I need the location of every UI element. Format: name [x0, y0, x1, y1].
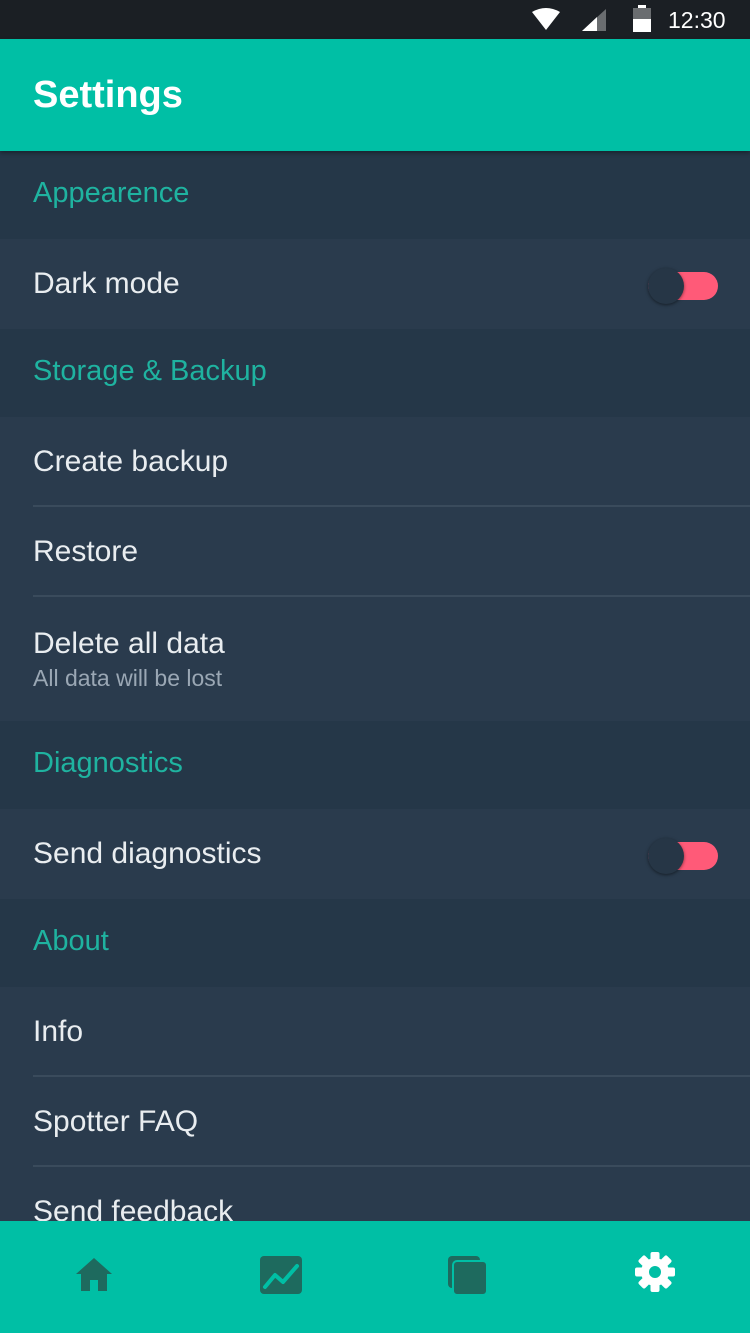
setting-label: Send diagnostics [33, 837, 262, 870]
dark-mode-toggle[interactable] [648, 268, 718, 304]
bottom-nav [0, 1221, 750, 1333]
settings-list[interactable]: Appearence Dark mode Storage & Backup Cr… [0, 151, 750, 1221]
toggle-thumb [648, 838, 684, 874]
signal-icon [582, 9, 606, 31]
section-header-about: About [0, 899, 750, 987]
gear-icon [634, 1252, 675, 1292]
section-label: Storage & Backup [33, 355, 267, 387]
status-bar: 12:30 [0, 0, 750, 39]
setting-item-info[interactable]: Info [0, 987, 750, 1077]
setting-label: Dark mode [33, 267, 180, 300]
cards-icon [447, 1256, 488, 1296]
nav-item-settings[interactable] [561, 1221, 748, 1333]
section-header-diagnostics: Diagnostics [0, 721, 750, 809]
setting-label: Create backup [33, 445, 229, 478]
wifi-icon [532, 8, 560, 30]
section-label: Appearence [33, 177, 190, 209]
nav-item-home[interactable] [0, 1221, 187, 1333]
setting-sublabel: All data will be lost [33, 665, 223, 691]
setting-label: Restore [33, 535, 139, 568]
setting-label: Delete all data [33, 627, 225, 660]
setting-item-delete-all-data[interactable]: Delete all data All data will be lost [0, 597, 750, 721]
nav-item-cards[interactable] [374, 1221, 561, 1333]
setting-item-dark-mode[interactable]: Dark mode [0, 239, 750, 329]
setting-item-restore[interactable]: Restore [0, 507, 750, 597]
status-clock: 12:30 [668, 7, 726, 33]
chart-icon [259, 1256, 302, 1294]
section-header-storage-backup: Storage & Backup [0, 329, 750, 417]
setting-item-spotter-faq[interactable]: Spotter FAQ [0, 1077, 750, 1167]
setting-label: Spotter FAQ [33, 1105, 199, 1138]
settings-screen: 12:30 Settings Appearence Dark mode Stor… [0, 0, 750, 1333]
toggle-thumb [648, 268, 684, 304]
setting-item-create-backup[interactable]: Create backup [0, 417, 750, 507]
setting-label: Send feedback [33, 1195, 234, 1221]
setting-item-send-diagnostics[interactable]: Send diagnostics [0, 809, 750, 899]
setting-label: Info [33, 1015, 84, 1048]
section-label: Diagnostics [33, 747, 183, 779]
app-bar: Settings [0, 39, 750, 151]
setting-item-send-feedback[interactable]: Send feedback [0, 1167, 750, 1221]
home-icon [75, 1258, 112, 1291]
section-label: About [33, 925, 109, 957]
send-diagnostics-toggle[interactable] [648, 838, 718, 874]
battery-icon [633, 5, 651, 32]
page-title: Settings [33, 74, 183, 116]
nav-item-statistics[interactable] [187, 1221, 374, 1333]
section-header-appearance: Appearence [0, 151, 750, 239]
